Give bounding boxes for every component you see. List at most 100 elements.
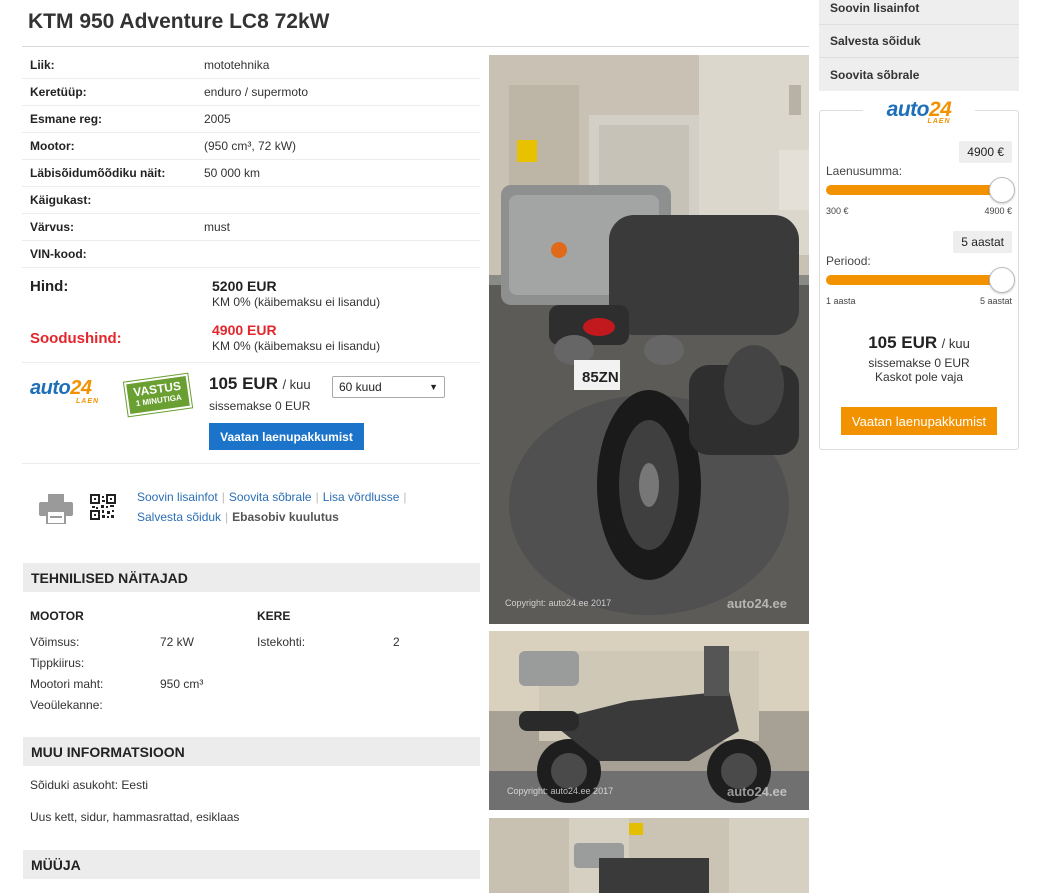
tech-label: Võimsus: (30, 635, 80, 649)
amount-slider-fill (826, 185, 1002, 195)
logo-number: 24 (70, 377, 92, 399)
sidebar-recommend-friend[interactable]: Soovita sõbrale (819, 58, 1019, 91)
price-vat-note: KM 0% (käibemaksu ei lisandu) (212, 295, 381, 309)
price-label: Hind: (30, 278, 69, 295)
technical-section-header: TEHNILISED NÄITAJAD (23, 563, 480, 592)
divider (22, 362, 480, 363)
spec-label: Käigukast: (30, 193, 92, 207)
spec-label: Mootor: (30, 139, 75, 153)
body-title: KERE (257, 609, 291, 623)
spec-value: (950 cm³, 72 kW) (204, 139, 297, 153)
calc-kasko-note: Kaskot pole vaja (874, 370, 964, 384)
vehicle-description: Uus kett, sidur, hammasrattad, esiklaas (30, 810, 240, 824)
other-info-section-header: MUU INFORMATSIOON (23, 737, 480, 766)
price-row: Hind: 5200 EUR KM 0% (käibemaksu ei lisa… (22, 270, 480, 316)
sidebar-save-vehicle[interactable]: Salvesta sõiduk (819, 25, 1019, 58)
spec-row: Mootor: (950 cm³, 72 kW) (22, 133, 480, 160)
sale-price-row: Soodushind: 4900 EUR KM 0% (käibemaksu e… (22, 316, 480, 362)
sale-price-label: Soodushind: (30, 330, 122, 347)
spec-label: Esmane reg: (30, 112, 103, 126)
period-slider-handle[interactable] (989, 267, 1015, 293)
quick-answer-badge: VASTUS 1 MINUTIGA (123, 373, 193, 417)
listing-actions: Soovin lisainfot | Soovita sõbrale | Lisa võ… (22, 486, 480, 536)
title-divider (22, 46, 809, 47)
spec-table: Liik: mototehnika Keretüüp: enduro / sup… (22, 52, 480, 268)
seller-section-header: MÜÜJA (23, 850, 480, 879)
tech-value: 950 cm³ (160, 677, 204, 691)
amount-slider[interactable] (826, 185, 1002, 195)
printer-icon[interactable] (39, 494, 73, 529)
spec-label: Keretüüp: (30, 85, 87, 99)
price-block: Hind: 5200 EUR KM 0% (käibemaksu ei lisa… (22, 270, 480, 363)
photo-thumbnail-rear[interactable] (489, 818, 809, 893)
tech-value: 72 kW (160, 635, 195, 649)
save-vehicle-link[interactable]: Salvesta sõiduk (137, 510, 221, 524)
spec-row: VIN-kood: (22, 241, 480, 268)
spec-row: Keretüüp: enduro / supermoto (22, 79, 480, 106)
period-tooltip: 5 aastat (953, 231, 1012, 253)
photo-copyright: Copyright: auto24.ee 2017 (507, 786, 613, 796)
recommend-friend-link[interactable]: Soovita sõbrale (229, 490, 312, 504)
amount-max: 4900 € (984, 206, 1012, 216)
request-info-link[interactable]: Soovin lisainfot (137, 490, 218, 504)
monthly-payment: 105 EUR (209, 374, 278, 393)
monthly-unit: / kuu (282, 377, 311, 392)
chevron-down-icon: ▼ (429, 382, 438, 392)
loan-offer-button[interactable]: Vaatan laenupakkumist (209, 423, 364, 450)
calc-monthly-unit: / kuu (941, 336, 970, 351)
calc-monthly-payment: 105 EUR (868, 333, 938, 352)
spec-value: 50 000 km (204, 166, 261, 180)
spec-value: must (204, 220, 231, 234)
loan-calculator: auto24 LAEN 4900 € Laenusumma: 300 € 490… (819, 99, 1019, 450)
amount-label: Laenusumma: (826, 164, 903, 178)
vehicle-location: Sõiduki asukoht: Eesti (30, 778, 149, 792)
spec-label: VIN-kood: (30, 247, 87, 261)
license-plate: 85ZN (582, 369, 619, 386)
tech-label: Tippkiirus: (30, 656, 85, 670)
add-compare-link[interactable]: Lisa võrdlusse (323, 490, 400, 504)
loan-offer: auto24 LAEN VASTUS 1 MINUTIGA 105 EUR / … (22, 364, 480, 464)
logo-sub: LAEN (76, 398, 100, 405)
calc-loan-offer-button[interactable]: Vaatan laenupakkumist (841, 407, 997, 435)
spec-value: enduro / supermoto (204, 85, 309, 99)
tech-label: Veoülekanne: (30, 698, 103, 712)
sidebar-menu: Soovin lisainfot Salvesta sõiduk Soovita… (819, 0, 1019, 91)
photo-thumbnail-side[interactable]: Copyright: auto24.ee 2017 auto24.ee (489, 631, 809, 810)
photo-watermark: auto24.ee (727, 784, 787, 799)
spec-row: Läbisõidumõõdiku näit: 50 000 km (22, 160, 480, 187)
logo-text: auto (30, 377, 71, 399)
tech-label: Istekohti: (257, 635, 306, 649)
sale-price-value: 4900 EUR (212, 322, 277, 338)
amount-tooltip: 4900 € (959, 141, 1012, 163)
qr-code-icon[interactable] (90, 494, 116, 525)
calc-down-payment: sissemakse 0 EUR (868, 356, 970, 370)
amount-slider-handle[interactable] (989, 177, 1015, 203)
amount-min: 300 € (826, 206, 849, 216)
period-min: 1 aasta (826, 296, 856, 306)
period-slider[interactable] (826, 275, 1002, 285)
motor-title: MOOTOR (30, 609, 84, 623)
tech-label: Mootori maht: (30, 677, 104, 691)
logo-text: auto (886, 98, 930, 121)
loan-period-select[interactable]: 60 kuud ▼ (332, 376, 445, 398)
period-max: 5 aastat (979, 296, 1012, 306)
tech-value: 2 (393, 635, 400, 649)
auto24-laen-logo: auto24 LAEN (863, 99, 975, 129)
price-value: 5200 EUR (212, 278, 277, 294)
spec-label: Läbisõidumõõdiku näit: (30, 166, 166, 180)
spec-label: Värvus: (30, 220, 75, 234)
report-listing-link[interactable]: Ebasobiv kuulutus (232, 510, 339, 524)
spec-value: mototehnika (204, 58, 270, 72)
period-slider-fill (826, 275, 1002, 285)
main-photo[interactable]: Copyright: auto24.ee 2017 auto24.ee 85ZN (489, 55, 809, 624)
loan-period-value: 60 kuud (339, 380, 382, 394)
sidebar-request-info[interactable]: Soovin lisainfot (819, 0, 1019, 25)
auto24-laen-logo[interactable]: auto24 LAEN (30, 378, 110, 405)
spec-row: Värvus: must (22, 214, 480, 241)
spec-row: Käigukast: (22, 187, 480, 214)
page-title: KTM 950 Adventure LC8 72kW (28, 10, 330, 33)
spec-row: Liik: mototehnika (22, 52, 480, 79)
spec-label: Liik: (30, 58, 55, 72)
spec-value: 2005 (204, 112, 231, 126)
photo-watermark: auto24.ee (727, 596, 787, 611)
